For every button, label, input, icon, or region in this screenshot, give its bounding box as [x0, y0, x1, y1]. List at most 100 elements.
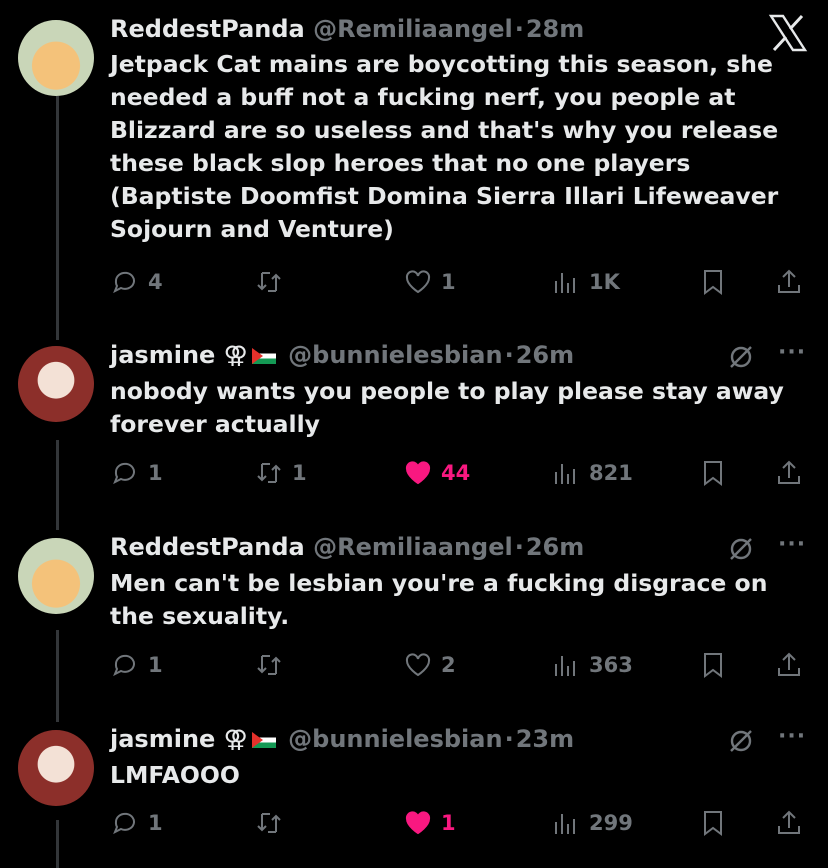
action-bar: 1 2 363	[110, 648, 810, 682]
repost-icon	[257, 655, 281, 675]
bookmark-button[interactable]	[698, 648, 728, 682]
more-options-button[interactable]: ···	[778, 532, 806, 557]
share-button[interactable]	[774, 648, 804, 682]
repost-icon	[257, 813, 281, 833]
separator-dot: ·	[504, 341, 514, 369]
views-count: 363	[589, 653, 633, 677]
tweet-text: LMFAOOO	[110, 761, 240, 789]
repost-button[interactable]: 1	[254, 456, 307, 490]
views-icon	[555, 656, 575, 676]
handle[interactable]: @bunnielesbian	[288, 341, 502, 369]
separator-dot: ·	[514, 15, 524, 43]
share-icon	[778, 652, 800, 676]
reply-icon	[113, 812, 135, 835]
views-button[interactable]: 821	[551, 456, 633, 490]
tweet-header: jasmine ⚢ @bunnielesbian·26m	[110, 340, 574, 370]
timestamp[interactable]: 26m	[516, 341, 574, 369]
avatar[interactable]	[18, 730, 94, 806]
repost-button[interactable]	[254, 648, 292, 682]
views-button[interactable]: 1K	[551, 265, 620, 299]
timestamp[interactable]: 26m	[526, 533, 584, 561]
timestamp[interactable]: 23m	[516, 725, 574, 753]
heart-icon	[405, 270, 431, 294]
repost-count: 1	[292, 461, 307, 485]
avatar[interactable]	[18, 538, 94, 614]
like-count: 44	[441, 461, 471, 485]
like-button[interactable]: 44	[403, 456, 470, 490]
repost-icon	[257, 272, 281, 292]
tweet[interactable]: jasmine ⚢ @bunnielesbian·26m ··· nobody …	[0, 340, 828, 500]
reply-count: 1	[148, 811, 163, 835]
like-button[interactable]: 1	[403, 806, 456, 840]
tweet-text: Jetpack Cat mains are boycotting this se…	[110, 50, 779, 243]
display-name[interactable]: ReddestPanda	[110, 15, 305, 43]
heart-icon	[405, 811, 431, 835]
tweet-text: nobody wants you people to play please s…	[110, 377, 784, 438]
reply-icon	[113, 462, 135, 485]
views-icon	[555, 814, 575, 834]
like-button[interactable]: 1	[403, 265, 456, 299]
reply-count: 4	[148, 270, 163, 294]
like-count: 2	[441, 653, 456, 677]
avatar[interactable]	[18, 20, 94, 96]
repost-button[interactable]	[254, 265, 292, 299]
reply-icon	[113, 271, 135, 294]
grok-icon[interactable]	[728, 728, 754, 754]
palestine-flag-icon	[251, 732, 276, 748]
handle[interactable]: @bunnielesbian	[288, 725, 502, 753]
heart-icon	[405, 461, 431, 485]
views-button[interactable]: 299	[551, 806, 633, 840]
tweet-text: Men can't be lesbian you're a fucking di…	[110, 569, 768, 630]
action-bar: 4 1 1K	[110, 265, 810, 299]
bookmark-button[interactable]	[698, 456, 728, 490]
views-icon	[555, 273, 575, 293]
share-icon	[778, 460, 800, 484]
bookmark-icon	[704, 270, 722, 295]
share-button[interactable]	[774, 806, 804, 840]
avatar[interactable]	[18, 346, 94, 422]
bookmark-icon	[704, 653, 722, 678]
repost-button[interactable]	[254, 806, 292, 840]
display-name[interactable]: jasmine	[110, 341, 215, 369]
tweet[interactable]: ReddestPanda @Remiliaangel·26m ··· Men c…	[0, 532, 828, 692]
grok-icon[interactable]	[728, 344, 754, 370]
views-button[interactable]: 363	[551, 648, 633, 682]
tweet-header: ReddestPanda @Remiliaangel·26m	[110, 532, 584, 562]
views-count: 821	[589, 461, 633, 485]
reply-count: 1	[148, 461, 163, 485]
display-name[interactable]: ReddestPanda	[110, 533, 305, 561]
views-icon	[555, 464, 575, 484]
action-bar: 1 1 44 821	[110, 456, 810, 490]
handle[interactable]: @Remiliaangel	[313, 533, 513, 561]
bookmark-button[interactable]	[698, 806, 728, 840]
handle[interactable]: @Remiliaangel	[313, 15, 513, 43]
share-button[interactable]	[774, 456, 804, 490]
palestine-flag-icon	[251, 348, 276, 364]
views-count: 1K	[589, 270, 620, 294]
tweet[interactable]: ReddestPanda @Remiliaangel·28m Jetpack C…	[0, 14, 828, 314]
reply-button[interactable]: 1	[110, 648, 163, 682]
reply-button[interactable]: 1	[110, 456, 163, 490]
share-icon	[778, 810, 800, 834]
more-options-button[interactable]: ···	[778, 340, 806, 365]
reply-button[interactable]: 4	[110, 265, 163, 299]
bookmark-icon	[704, 461, 722, 486]
action-bar: 1 1 299	[110, 806, 810, 840]
tweet[interactable]: jasmine ⚢ @bunnielesbian·23m ··· LMFAOOO…	[0, 724, 828, 868]
display-name[interactable]: jasmine	[110, 725, 215, 753]
like-count: 1	[441, 270, 456, 294]
more-options-button[interactable]: ···	[778, 724, 806, 749]
share-button[interactable]	[774, 265, 804, 299]
grok-icon[interactable]	[728, 536, 754, 562]
reply-button[interactable]: 1	[110, 806, 163, 840]
lesbian-symbol: ⚢	[223, 725, 248, 753]
bookmark-icon	[704, 811, 722, 836]
timestamp[interactable]: 28m	[526, 15, 584, 43]
views-count: 299	[589, 811, 633, 835]
repost-icon	[257, 463, 281, 483]
like-button[interactable]: 2	[403, 648, 456, 682]
bookmark-button[interactable]	[698, 265, 728, 299]
separator-dot: ·	[504, 725, 514, 753]
reply-icon	[113, 654, 135, 677]
heart-icon	[405, 653, 431, 677]
